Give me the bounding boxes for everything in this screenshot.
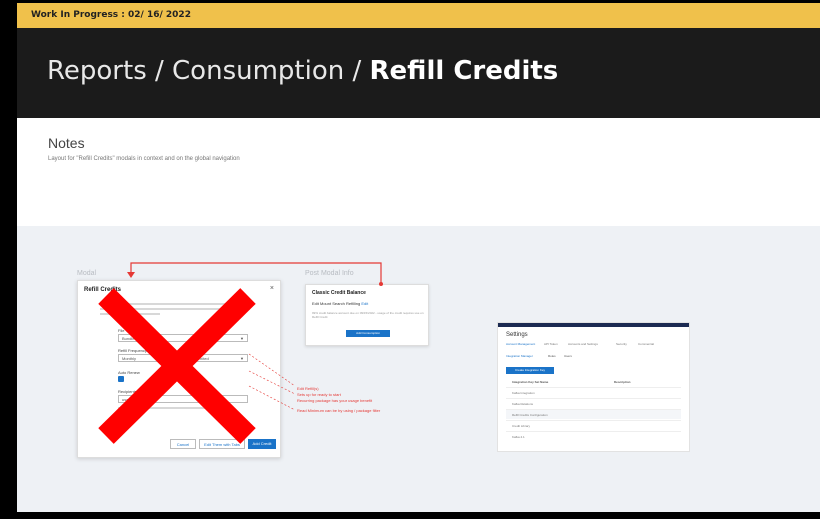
frame-label-post-modal: Post Modal Info	[305, 270, 354, 277]
tab-account-management[interactable]: Account Management	[506, 342, 535, 346]
tab-security[interactable]: Security	[616, 342, 627, 346]
tab-accounts-settings[interactable]: Accounts and Settings	[568, 342, 598, 346]
table-row[interactable]: Refill Credits Configuration	[506, 409, 681, 419]
table-row[interactable]: Kafka 4.1	[506, 431, 681, 441]
subtab-roles[interactable]: Roles	[548, 354, 556, 358]
annotation-note: Recurring package has your usage benefit	[297, 398, 373, 403]
subtab-integration-manager[interactable]: Integration Manager	[506, 354, 533, 358]
annotation-note: Sets up for ready to start	[297, 392, 341, 397]
column-header: Description	[614, 380, 631, 384]
settings-title: Settings	[506, 332, 528, 338]
settings-screen: Settings Account Management API Token Ac…	[497, 322, 690, 452]
edit-link[interactable]: Edit	[361, 301, 368, 306]
settings-topbar	[498, 323, 689, 327]
credit-balance-card: Classic Credit Balance Edit Mount Search…	[305, 284, 429, 346]
close-icon[interactable]: ×	[270, 285, 274, 292]
annotation-note: Read Minimum can be by using / package f…	[297, 408, 381, 413]
table-row[interactable]: Kafka Integration	[506, 387, 681, 397]
tab-api-token[interactable]: API Token	[544, 342, 558, 346]
notes-description: Layout for "Refill Credits" modals in co…	[48, 156, 240, 162]
wip-banner-text: Work In Progress : 02/ 16/ 2022	[31, 10, 191, 20]
create-integration-key-button[interactable]: Create Integration Key	[506, 367, 554, 374]
column-header: Integration Key Set Name	[512, 380, 549, 384]
frame-label-modal: Modal	[77, 270, 97, 277]
balance-card-note: 99% credit balance account due on 09/15/…	[312, 311, 424, 319]
notes-panel: Notes Layout for "Refill Credits" modals…	[17, 118, 820, 226]
wip-banner: Work In Progress : 02/ 16/ 2022	[17, 3, 820, 28]
breadcrumb: Reports / Consumption / Refill Credits	[47, 56, 558, 86]
page-header: Reports / Consumption / Refill Credits	[17, 28, 820, 118]
arrow-head-icon	[127, 272, 135, 278]
notes-title: Notes	[48, 135, 85, 151]
tab-commercial[interactable]: Commercial	[638, 342, 654, 346]
annotation-note: Edit Refill(s)	[297, 386, 319, 391]
breadcrumb-current: Refill Credits	[369, 56, 559, 86]
balance-card-line: Edit Mount Search Refilling Edit	[312, 301, 368, 306]
table-row[interactable]: Credit Library	[506, 420, 681, 430]
balance-card-title: Classic Credit Balance	[312, 290, 366, 296]
add-consumption-button[interactable]: Add Consumption	[346, 330, 390, 337]
table-row[interactable]: Kafka Relations	[506, 398, 681, 408]
design-canvas: Modal Post Modal Info Refill Credits × F…	[17, 226, 820, 512]
balance-card-line-text: Edit Mount Search Refilling	[312, 301, 362, 306]
subtab-users[interactable]: Users	[564, 354, 572, 358]
breadcrumb-path: Reports / Consumption /	[47, 56, 370, 86]
cross-out-icon	[98, 288, 256, 444]
